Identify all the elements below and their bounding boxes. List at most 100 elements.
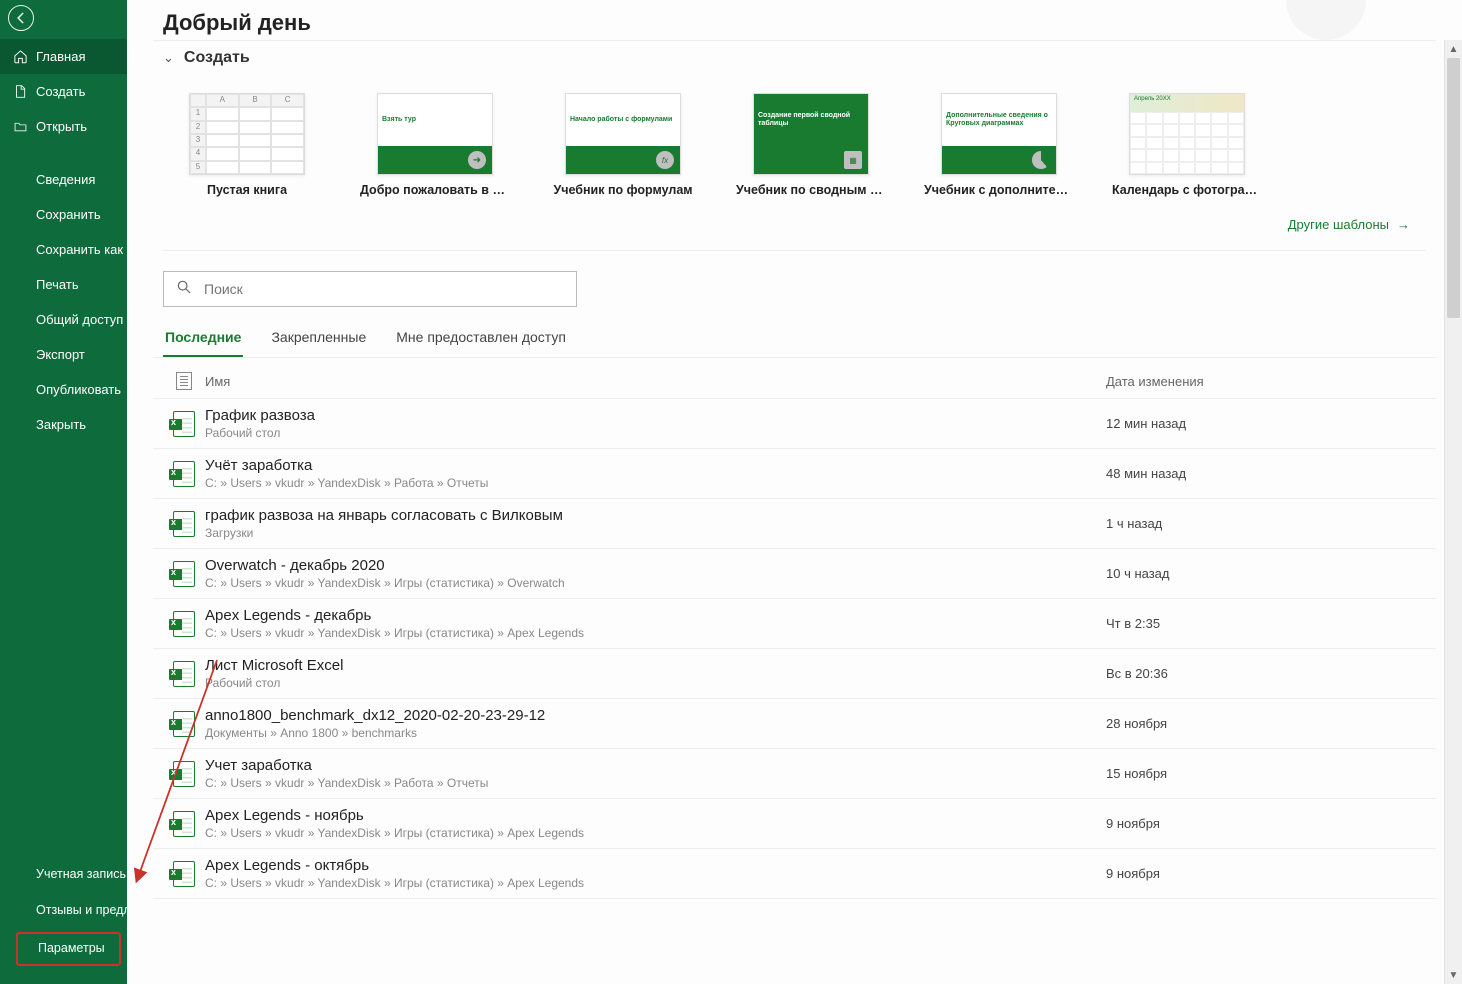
open-icon (12, 120, 28, 133)
file-path: C: » Users » vkudr » YandexDisk » Игры (… (205, 826, 1106, 840)
thumb-text: Начало работы с формулами (570, 116, 672, 124)
file-name: график развоза на январь согласовать с В… (205, 507, 1106, 524)
file-date: 10 ч назад (1106, 566, 1426, 581)
nav-open[interactable]: Открыть (0, 109, 127, 144)
more-templates-link[interactable]: Другие шаблоны → (1288, 217, 1410, 232)
nav-export[interactable]: Экспорт (0, 337, 127, 372)
new-icon (12, 84, 28, 99)
recent-file-row[interactable]: Overwatch - декабрь 2020C: » Users » vku… (153, 549, 1436, 599)
nav-close[interactable]: Закрыть (0, 407, 127, 442)
create-section-title: Создать (184, 49, 250, 67)
user-avatar[interactable] (1286, 0, 1366, 40)
excel-file-icon (173, 761, 195, 787)
back-button[interactable] (8, 5, 34, 31)
home-icon (12, 49, 28, 64)
pivot-icon: ▦ (844, 151, 862, 169)
search-box[interactable] (163, 271, 577, 307)
file-path: C: » Users » vkudr » YandexDisk » Работа… (205, 476, 1106, 490)
scroll-down-icon[interactable]: ▼ (1445, 966, 1462, 984)
file-path: C: » Users » vkudr » YandexDisk » Игры (… (205, 576, 1106, 590)
file-path: C: » Users » vkudr » YandexDisk » Игры (… (205, 876, 1106, 890)
thumb-text: Взять тур (382, 116, 416, 124)
file-path: Загрузки (205, 526, 1106, 540)
scrollbar[interactable]: ▲ ▼ (1444, 40, 1462, 984)
file-date: 9 ноября (1106, 866, 1426, 881)
greeting-title: Добрый день (163, 10, 311, 36)
file-date: 9 ноября (1106, 816, 1426, 831)
file-path: Документы » Anno 1800 » benchmarks (205, 726, 1106, 740)
recent-file-row[interactable]: Учёт заработка C: » Users » vkudr » Yande… (153, 449, 1436, 499)
recent-file-row[interactable]: Apex Legends - ноябрьC: » Users » vkudr … (153, 799, 1436, 849)
recent-file-row[interactable]: Apex Legends - декабрьC: » Users » vkudr… (153, 599, 1436, 649)
recent-file-row[interactable]: график развоза на январь согласовать с В… (153, 499, 1436, 549)
nav-new-label: Создать (36, 84, 85, 99)
thumb-text: Апрель 20XX (1130, 94, 1244, 112)
file-name: Apex Legends - октябрь (205, 857, 1106, 874)
template-label: Учебник по формулам (553, 183, 692, 197)
chevron-down-icon: ⌄ (163, 50, 174, 66)
tab-shared[interactable]: Мне предоставлен доступ (394, 321, 568, 357)
nav-save[interactable]: Сохранить (0, 197, 127, 232)
nav-publish[interactable]: Опубликовать (0, 372, 127, 407)
nav-saveas[interactable]: Сохранить как (0, 232, 127, 267)
file-name: Лист Microsoft Excel (205, 657, 1106, 674)
file-date: 1 ч назад (1106, 516, 1426, 531)
file-path: Рабочий стол (205, 426, 1106, 440)
nav-info[interactable]: Сведения (0, 162, 127, 197)
recent-file-row[interactable]: Лист Microsoft Excel Рабочий столВс в 20:… (153, 649, 1436, 699)
template-pivot[interactable]: Создание первой сводной таблицы ▦ Учебни… (753, 93, 869, 197)
primary-nav: Главная Создать Открыть Сведения Сохрани… (0, 39, 127, 442)
nav-options[interactable]: Параметры (16, 932, 121, 966)
file-date: 12 мин назад (1106, 416, 1426, 431)
excel-file-icon (173, 511, 195, 537)
tab-pinned[interactable]: Закрепленные (269, 321, 368, 357)
template-pie[interactable]: Дополнительные сведения о Круговых диагр… (941, 93, 1057, 197)
recent-file-row[interactable]: anno1800_benchmark_dx12_2020-02-20-23-29… (153, 699, 1436, 749)
template-formula[interactable]: Начало работы с формулами fx Учебник по … (565, 93, 681, 197)
template-label: Пустая книга (207, 183, 287, 197)
search-input[interactable] (204, 281, 564, 297)
file-name: Учёт заработка (205, 457, 1106, 474)
file-path: C: » Users » vkudr » YandexDisk » Работа… (205, 776, 1106, 790)
nav-print[interactable]: Печать (0, 267, 127, 302)
nav-feedback[interactable]: Отзывы и предложения (0, 893, 127, 929)
file-date: 15 ноября (1106, 766, 1426, 781)
template-blank[interactable]: ABC 1 2 3 4 5 Пустая книга (189, 93, 305, 197)
recent-file-row[interactable]: Учет заработка C: » Users » vkudr » Yande… (153, 749, 1436, 799)
template-label: Учебник по сводным таб… (736, 183, 886, 197)
create-section-header[interactable]: ⌄ Создать (153, 40, 1436, 79)
arrow-right-icon: → (1397, 217, 1410, 232)
scroll-thumb[interactable] (1447, 58, 1460, 318)
file-path: Рабочий стол (205, 676, 1106, 690)
main-content: Добрый день ⌄ Создать ABC 1 2 3 4 5 (127, 0, 1462, 984)
nav-new[interactable]: Создать (0, 74, 127, 109)
backstage-sidebar: Главная Создать Открыть Сведения Сохрани… (0, 0, 127, 984)
file-name: Учет заработка (205, 757, 1106, 774)
nav-home-label: Главная (36, 49, 85, 64)
column-date[interactable]: Дата изменения (1106, 374, 1426, 389)
excel-file-icon (173, 561, 195, 587)
recent-tabs: Последние Закрепленные Мне предоставлен … (153, 321, 1436, 358)
recent-columns-header: Имя Дата изменения (153, 358, 1436, 399)
fx-icon: fx (656, 151, 674, 169)
thumb-text: Создание первой сводной таблицы (758, 112, 864, 129)
recent-file-list: График развозаРабочий стол12 мин назадУч… (153, 399, 1436, 899)
excel-file-icon (173, 861, 195, 887)
template-welcome[interactable]: Взять тур ➜ Добро пожаловать в Excel (377, 93, 493, 197)
nav-share[interactable]: Общий доступ (0, 302, 127, 337)
column-name[interactable]: Имя (205, 374, 1106, 389)
recent-file-row[interactable]: График развозаРабочий стол12 мин назад (153, 399, 1436, 449)
template-gallery: ABC 1 2 3 4 5 Пустая книга Взять тур ➜ (153, 79, 1436, 203)
tab-recent[interactable]: Последние (163, 321, 243, 357)
template-calendar[interactable]: Апрель 20XX Календарь с фотография… (1129, 93, 1245, 197)
template-label: Учебник с дополнительн… (924, 183, 1074, 197)
nav-account[interactable]: Учетная запись (0, 857, 127, 893)
scroll-up-icon[interactable]: ▲ (1445, 40, 1462, 58)
file-date: Вс в 20:36 (1106, 666, 1426, 681)
nav-home[interactable]: Главная (0, 39, 127, 74)
recent-file-row[interactable]: Apex Legends - октябрь C: » Users » vkudr… (153, 849, 1436, 899)
nav-open-label: Открыть (36, 119, 87, 134)
excel-file-icon (173, 811, 195, 837)
arrow-right-icon: ➜ (468, 151, 486, 169)
file-name: Apex Legends - декабрь (205, 607, 1106, 624)
